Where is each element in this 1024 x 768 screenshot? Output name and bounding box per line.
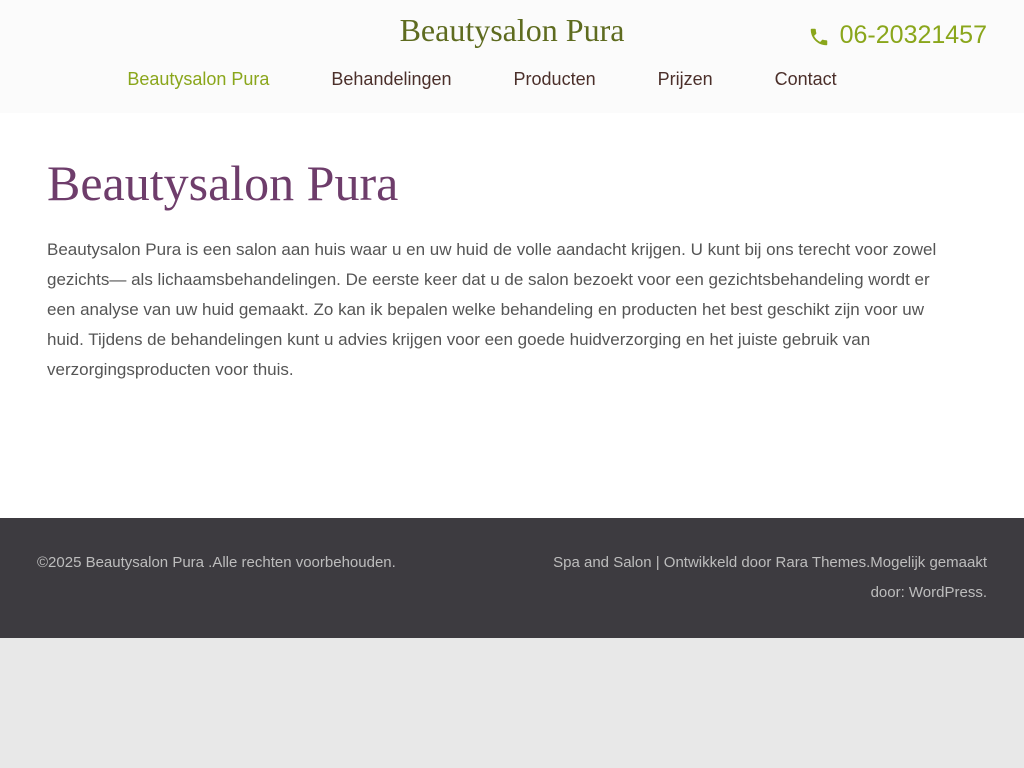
main-navigation: Beautysalon Pura Behandelingen Producten… [0,64,1024,94]
theme-link[interactable]: Spa and Salon [553,554,651,571]
intro-paragraph: Beautysalon Pura is een salon aan huis w… [47,240,937,379]
copyright-text: ©2025 Beautysalon Pura .Alle rechten voo… [37,554,396,571]
footer-credits: Spa and Salon | Ontwikkeld door Rara The… [527,548,987,608]
nav-item-producten[interactable]: Producten [514,64,596,94]
page-title: Beautysalon Pura [47,155,399,211]
developer-credit: Ontwikkeld door Rara Themes. [663,554,871,571]
nav-item-beautysalon-pura[interactable]: Beautysalon Pura [127,64,269,94]
phone-icon [808,24,830,46]
main-content: Beautysalon Pura Beautysalon Pura is een… [0,113,1024,518]
wordpress-link[interactable]: WordPress. [909,584,987,601]
site-footer: ©2025 Beautysalon Pura .Alle rechten voo… [0,518,1024,638]
phone-contact[interactable]: 06-20321457 [808,19,987,51]
nav-item-contact[interactable]: Contact [775,64,837,94]
credit-separator: | [651,554,664,571]
phone-number[interactable]: 06-20321457 [840,19,987,51]
nav-item-behandelingen[interactable]: Behandelingen [331,64,451,94]
nav-item-prijzen[interactable]: Prijzen [658,64,713,94]
site-header: Beautysalon Pura 06-20321457 Beautysalon… [0,0,1024,113]
